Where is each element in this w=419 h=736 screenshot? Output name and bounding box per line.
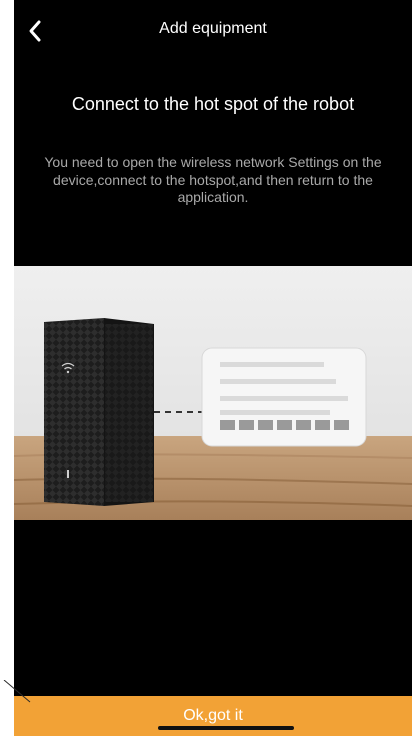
pointer-line [3, 680, 31, 703]
robot-device [44, 318, 154, 506]
home-indicator [158, 726, 294, 730]
page-title: Add equipment [159, 20, 267, 37]
app-screen: Add equipment Connect to the hot spot of… [14, 0, 412, 736]
ok-got-it-button[interactable]: Ok,got it [14, 696, 412, 736]
power-led [67, 470, 69, 478]
navigation-bar: Add equipment [14, 0, 412, 64]
connection-illustration [14, 266, 412, 520]
instruction-headline: Connect to the hot spot of the robot [71, 94, 355, 114]
network-settings-card [201, 347, 367, 447]
instruction-description: You need to open the wireless network Se… [44, 154, 382, 205]
